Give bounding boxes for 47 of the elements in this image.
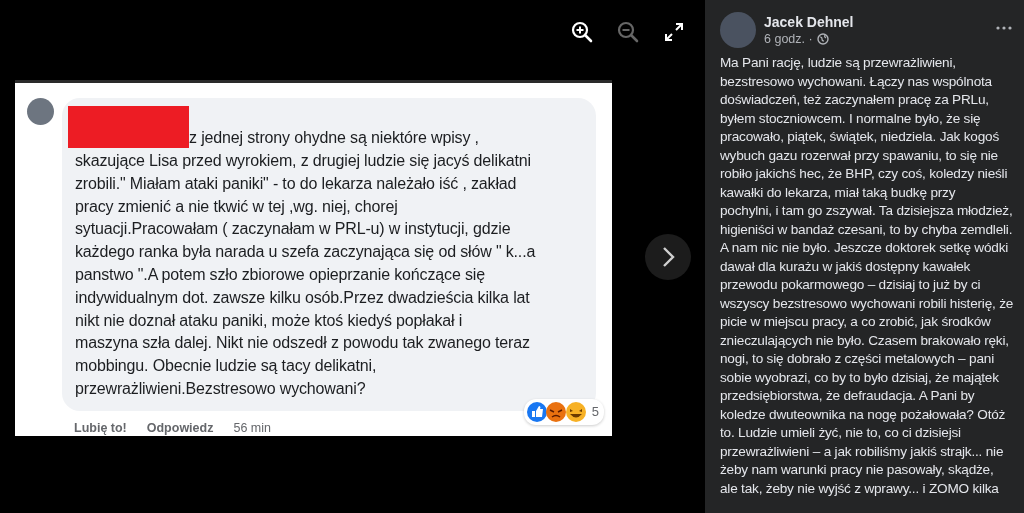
comment-text-line: z jednej strony ohydne są niektóre wpisy ,: [189, 128, 479, 149]
post-time[interactable]: 6 godz. ·: [764, 32, 813, 46]
comment-text-line: panstwo ".A potem szło zbiorowe opieprzanie kończące się: [75, 265, 485, 285]
post-text-line: żeby nam warunki pracy nie pasowały, skądże,: [720, 461, 994, 479]
comment-text-line: każdego ranka była narada u szefa zaczynająca się od słów " k...a: [75, 242, 536, 263]
post-text-line: ale tak, żeby nie wyjść z wprawy... i ZOMO kilka: [720, 479, 999, 498]
comment-text-line: pracy zmienić a nie tkwić w tej ,wg. niej, chorej: [75, 196, 398, 217]
post-text-line: pracowało, piątek, świątek, niedziela. Jak kogoś: [720, 128, 1000, 146]
post-text-line: bezstresowo wychowani. Łączy nas wspólnota: [720, 72, 992, 91]
comment-text-line: sytuacji.Pracowałam ( zaczynałam w PRL-u) w instytucji, gdzie: [75, 219, 511, 240]
post-text-line: dawał dla kurażu w jakiś dostępny kawałek: [720, 257, 971, 276]
post-text-line: to. Ludzie umieli żyć, nie to, co ci dzisiejsi: [720, 424, 961, 442]
post-text-line: przewodu pokarmowego – dzisiaj to już by ci: [720, 276, 981, 294]
post-text-line: A nam nic nie było. Jeszcze doktorek setkę wódki: [720, 239, 1009, 257]
comment-action-link[interactable]: Odpowiedz: [146, 420, 214, 435]
post-text-line: byłem stoczniowcem. I normalne było, że się: [720, 109, 981, 128]
post-text-line: pochylni, i tam go zszywał. Ta dzisiejsza młodzież,: [720, 202, 1013, 220]
comment-text-line: maszyna szła dalej. Nikt nie odszedł z powodu tak zwanego teraz: [75, 333, 530, 354]
post-text-line: doświadczeń, też zaczynałem pracę za PRLu,: [720, 91, 989, 109]
comment-text-line: indywidualnym dot. zawsze kilku osób.Przez dwadzieścia kilka lat: [75, 287, 530, 308]
chevron-right-icon: [661, 246, 675, 268]
post-text-line: wybuch gazu rozerwał przy spawaniu, to się nie: [720, 146, 998, 165]
more-options-icon[interactable]: [996, 26, 1012, 30]
comment-text-line: przewrażliwieni.Bezstresowo wychowani?: [75, 378, 366, 399]
post-text-line: picie w miejscu pracy, a co zrobić, jak środków: [720, 313, 991, 331]
post-text-line: nogi, to się dobrało z części metalowych – pani: [720, 350, 994, 368]
post-text-line: znieczulających nie było. Czasem brakowało ręki,: [720, 331, 1009, 350]
post-text-line: robiło jakichś hec, że BHP, czy coś, koledzy nieśli: [720, 165, 1008, 183]
post-text-line: przewrażliwieni – a jak robiliśmy jakiś strajk... nie: [720, 442, 1004, 461]
author-name[interactable]: Jacek Dehnel: [764, 14, 988, 30]
comment-time: 56 min: [233, 420, 271, 435]
comment-text-line: nikt nie doznał ataku paniki, może ktoś kiedyś popłakał i: [75, 310, 463, 331]
comment-action-link[interactable]: Lubię to!: [74, 420, 127, 435]
globe-icon: [816, 33, 829, 45]
avatar-icon: [27, 98, 54, 125]
post-text-line: Ma Pani rację, ludzie są przewrażliwieni,: [720, 54, 956, 72]
reaction-count: 5: [591, 404, 599, 420]
post-text-line: koledze dwuteownika na nogę pożałowała? Otóż: [720, 405, 1006, 424]
post-text-line: wszyscy bezstresowo wychowani robili histerię, że: [720, 294, 1014, 313]
post-text-line: higieniści w bandaż czesani, to by chyba zemdleli.: [720, 220, 1013, 239]
comment-text-line: skazujące Lisa przed wyrokiem, z drugiej ludzie się jacyś delikatni: [75, 151, 531, 171]
next-photo-button[interactable]: [645, 234, 691, 280]
comment-text-line: mobbingu. Obecnie ludzie są tacy delikatni,: [75, 356, 377, 377]
post-text-line: przedsiębiorstwa, że defraudacja. A Pani by: [720, 387, 975, 405]
post-text-line: sobie wyobrazi, co by to było dzisiaj, że majątek: [720, 368, 999, 387]
comment-text-line: zrobili." Miałam ataki paniki" - to do lekarza należało iść , zakład: [75, 173, 517, 194]
post-text-line: kawałki do lekarza, miał taką budkę przy: [720, 183, 956, 202]
